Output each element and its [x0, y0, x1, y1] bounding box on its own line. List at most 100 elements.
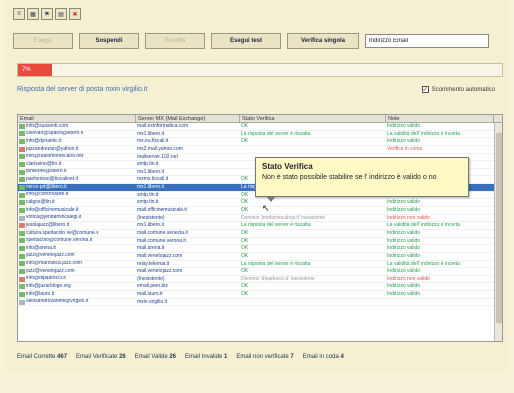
autoscroll-checkbox[interactable]: ✓ — [421, 86, 429, 93]
table-row[interactable]: info@jazarbloge.org email.peer.biz OK Indir… — [18, 283, 502, 292]
status-icon — [19, 200, 25, 206]
status-icon — [19, 246, 25, 252]
tooltip-title: Stato Verifica — [262, 162, 313, 171]
status-tooltip: Stato Verifica Non è stato possibile sta… — [255, 157, 469, 202]
status-icon — [19, 154, 25, 160]
table-row[interactable]: info@marostica.jazz.com relay.telemar.it L… — [18, 261, 502, 269]
cell-status: La risposta del server è riscatta — [241, 260, 311, 267]
grid-scrollbar[interactable] — [494, 123, 502, 341]
cell-note — [386, 299, 494, 306]
email-input[interactable] — [365, 34, 489, 48]
table-icon[interactable]: ▦ — [27, 8, 39, 20]
status-icon — [19, 223, 25, 229]
autoscroll-toggle[interactable]: ✓ Scorrimento automatico — [421, 86, 495, 93]
status-icon — [19, 169, 25, 175]
list-icon[interactable]: ≡ — [13, 8, 25, 20]
suspend-button[interactable]: Sospendi — [79, 33, 139, 49]
cell-status — [240, 146, 386, 153]
mouse-cursor-icon: ↖ — [262, 203, 270, 213]
cell-note: La validità dell' indirizzo è incerta — [387, 222, 460, 229]
table-row[interactable]: celevan@spario@libero.it mx1.libero.it La … — [18, 131, 502, 139]
reset-button[interactable]: Resetta — [145, 33, 205, 49]
table-row[interactable]: jazz@venetojazz.com mail.venetojazz.com OK… — [18, 268, 502, 276]
cell-mx: mx2.mail.yahoo.com — [137, 145, 183, 152]
cell-email: spettacolo@comune.verona.it — [18, 238, 136, 245]
table-row[interactable]: vofica@jendamincalegi.it (Inesistente) Dom… — [18, 215, 502, 223]
table-row[interactable]: jazzandrezan@yahoo.it mx2.mail.yahoo.com V… — [18, 146, 502, 154]
cell-status: OK — [241, 283, 249, 290]
single-check-button[interactable]: Verifica singola — [287, 33, 359, 49]
status-icon — [19, 253, 25, 259]
column-header-email[interactable]: Email — [18, 115, 136, 122]
toolbar: ≡ ▦ ⚑ ▤ ✖ — [13, 8, 81, 22]
chart-icon[interactable]: ▤ — [55, 8, 67, 20]
cell-email: jazzandrezan@yahoo.it — [18, 146, 136, 153]
column-header-status[interactable]: Stato Verifica — [240, 115, 386, 122]
table-row[interactable]: info@lauro.it mail.lauro.it OK Indirizzo va… — [18, 291, 502, 299]
progress-bar: 7% — [17, 63, 503, 77]
test-button[interactable]: Esegui test — [211, 33, 281, 49]
cell-note: Indirizzo valido — [387, 283, 421, 290]
table-row[interactable]: spettacolo@comune.verona.it mail.comune.v… — [18, 238, 502, 246]
cell-mx: mail.exinformatica.com — [137, 123, 189, 129]
status-icon — [19, 162, 25, 168]
table-row[interactable]: calgos@tin.it smtp.tin.it OK Indirizzo vali… — [18, 199, 502, 208]
table-row[interactable]: jesolajazz@libero.it mx1.libero.it La risp… — [18, 222, 502, 230]
cell-email: jazz@venetojazz.com — [18, 253, 136, 260]
cell-mx: smtp.tin.it — [137, 191, 159, 198]
cell-status: OK — [241, 123, 249, 129]
cell-email: alessandrozanetti@virgilio.it — [18, 299, 136, 306]
cell-email: info@dlpadrecci.it — [18, 276, 136, 283]
cell-status: OK — [241, 138, 249, 145]
cell-note: Indirizzo valido — [387, 229, 421, 236]
status-icon — [19, 291, 25, 297]
cell-mx: mx1.libero.it — [137, 184, 164, 191]
status-icon — [19, 131, 25, 137]
table-row[interactable]: info@sussenti.com mail.exinformatica.com O… — [18, 123, 502, 131]
cell-email: mirco-pd@libero.it — [18, 184, 136, 191]
status-icon — [19, 268, 25, 274]
cell-status: OK — [241, 252, 249, 259]
delete-icon[interactable]: ✖ — [69, 8, 81, 20]
cell-mx: mx.eu.fiscali.it — [137, 138, 169, 145]
cell-mx: (Inesistente) — [137, 275, 165, 282]
cell-email: info@marostica.jazz.com — [18, 261, 136, 268]
table-row[interactable]: info@dlpadrecci.it (Inesistente) Dominio '… — [18, 276, 502, 284]
cell-mx: mx1.libero.it — [137, 130, 164, 137]
cell-email: clarissino@tin.it — [18, 161, 136, 168]
table-row[interactable]: info@dynamic.it mx.eu.fiscali.it OK Indiriz… — [18, 138, 502, 146]
email-grid[interactable]: Email Server MX (Mail Exchange) Stato Ve… — [17, 114, 503, 342]
cell-mx: mail.comune.venezia.it — [137, 229, 188, 236]
cell-mx: mail.officinemusicale.it — [137, 207, 187, 214]
flag-icon[interactable]: ⚑ — [41, 8, 53, 20]
cell-email: jesolajazz@libero.it — [18, 222, 136, 229]
column-header-mx[interactable]: Server MX (Mail Exchange) — [136, 115, 240, 122]
cell-email: info@officinemusicale.it — [18, 207, 136, 214]
table-row[interactable]: info@arena.it mail.arena.it OK Indirizzo va… — [18, 245, 502, 253]
scrollbar-thumb[interactable] — [496, 133, 502, 323]
status-icon — [19, 261, 25, 267]
cell-status — [240, 299, 386, 306]
status-verificate: Email Verificate 26 — [76, 354, 126, 360]
progress-fill: 7% — [18, 64, 52, 76]
status-bar: Email Corrette 467 Email Verificate 26 E… — [17, 354, 344, 360]
table-row[interactable]: info@officinemusicale.it mail.officinemus… — [18, 207, 502, 215]
run-button[interactable]: Esegui — [13, 33, 73, 49]
cell-note: Indirizzo non valido — [387, 214, 430, 221]
cell-mx: (Inesistente) — [137, 214, 165, 221]
grid-body: info@sussenti.com mail.exinformatica.com O… — [18, 123, 502, 307]
cell-mx: mail.venetojazz.com — [137, 252, 183, 259]
status-valide: Email Valide 26 — [134, 354, 177, 360]
table-row[interactable]: cultura.spettacolo.ve@comune.v mail.comun… — [18, 230, 502, 238]
status-icon — [19, 123, 25, 129]
cell-note: Indirizzo valido — [387, 291, 421, 298]
cell-mx: mail.venetojazz.com — [137, 268, 183, 275]
cell-note: Indirizzo valido — [387, 199, 421, 206]
cell-note: Indirizzo non valido — [387, 275, 430, 282]
cell-email: fphilebre@libero.it — [18, 169, 136, 176]
column-header-note[interactable]: Note — [386, 115, 494, 122]
cell-mx: mxin.virgilio.it — [137, 298, 168, 305]
table-row[interactable]: alessandrozanetti@virgilio.it mxin.virgil… — [18, 299, 502, 307]
table-row[interactable]: jazz@venetojazz.com mail.venetojazz.com OK… — [18, 253, 502, 261]
cell-mx: mailserver.102.net — [137, 153, 178, 160]
